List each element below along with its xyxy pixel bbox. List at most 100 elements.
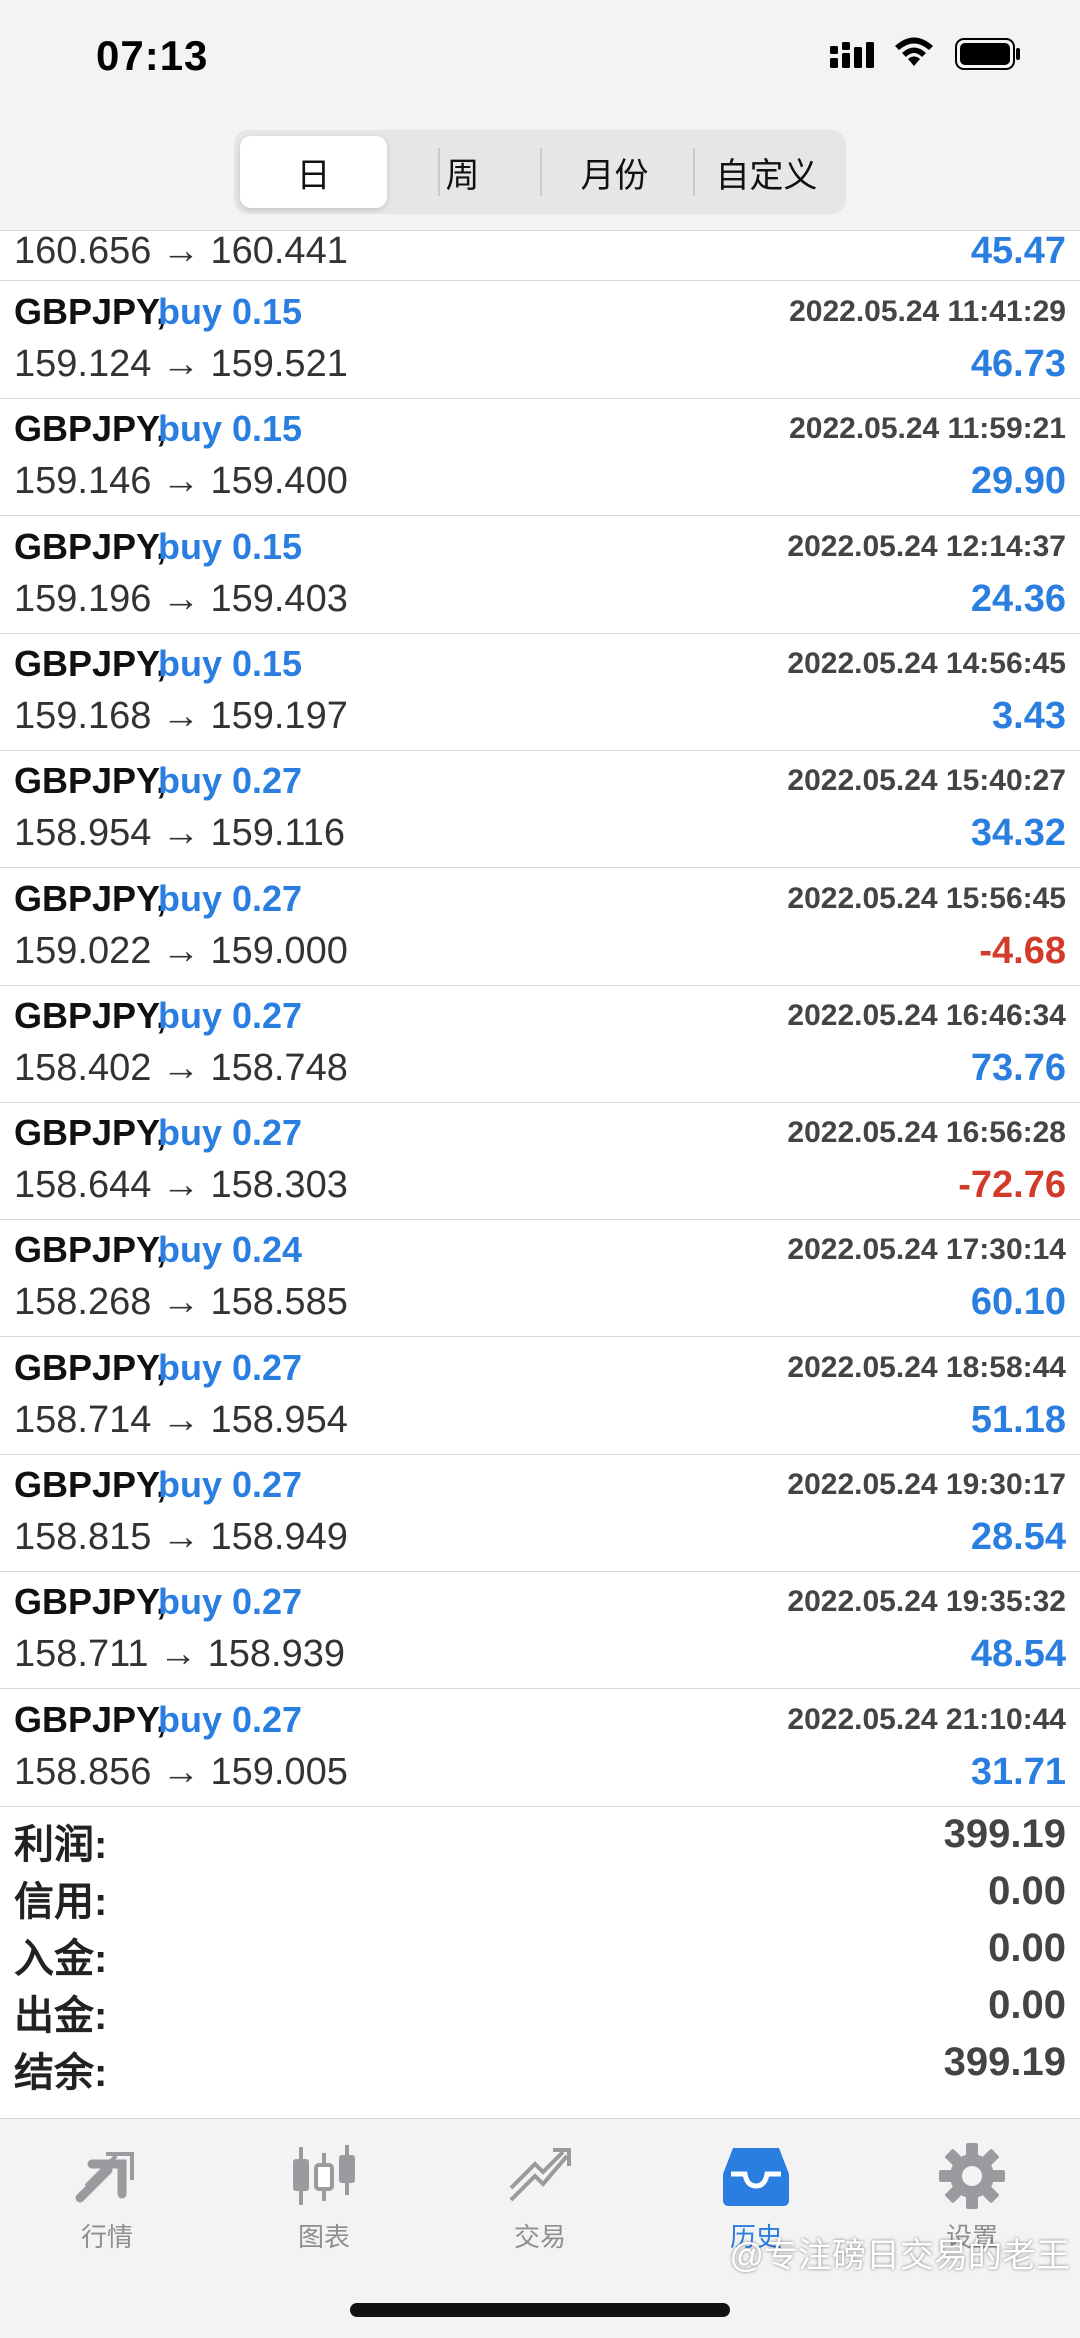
table-row[interactable]: GBPJPY, buy 0.27 2022.05.24 19:30:17 158.81… xyxy=(0,1454,1080,1572)
trade-profit: 73.76 xyxy=(970,1046,1066,1089)
trade-side-volume: buy 0.27 xyxy=(158,1112,303,1154)
table-row[interactable]: GBPJPY, buy 0.27 2022.05.24 19:35:32 158.71… xyxy=(0,1571,1080,1690)
segment-day[interactable]: 日 xyxy=(240,136,387,208)
trade-symbol: GBPJPY, xyxy=(14,1229,167,1271)
trade-symbol: GBPJPY, xyxy=(14,1581,167,1623)
trade-profit: 34.32 xyxy=(970,812,1066,855)
table-row[interactable]: GBPJPY, buy 0.27 2022.05.24 16:46:34 158.40… xyxy=(0,985,1080,1103)
trade-symbol: GBPJPY, xyxy=(14,408,167,450)
trade-side-volume: buy 0.15 xyxy=(158,291,303,332)
trade-prices: 158.644 → 158.303 xyxy=(14,1164,348,1207)
summary-deposit-row: 入金: 0.00 xyxy=(0,1926,1080,1984)
summary-value: 399.19 xyxy=(943,2040,1066,2084)
trade-datetime: 2022.05.24 15:40:27 xyxy=(787,764,1066,798)
tab-chart[interactable]: 图表 xyxy=(249,2141,399,2252)
trade-prices: 158.711 → 158.939 xyxy=(14,1633,346,1676)
table-row[interactable]: GBPJPY, buy 0.24 2022.05.24 17:30:14 158.26… xyxy=(0,1219,1080,1338)
trade-side-volume: buy 0.27 xyxy=(158,1698,303,1740)
trade-side-volume: buy 0.24 xyxy=(158,1229,303,1271)
trade-prices: 159.146 → 159.400 xyxy=(14,460,348,503)
trade-symbol: GBPJPY, xyxy=(14,525,167,567)
trade-prices: 158.954 → 159.116 xyxy=(14,812,346,855)
trade-datetime: 2022.05.24 19:30:17 xyxy=(787,1468,1066,1501)
tab-trade[interactable]: 交易 xyxy=(465,2141,615,2252)
trade-side-volume: buy 0.27 xyxy=(158,994,303,1036)
tab-quotes[interactable]: 行情 xyxy=(32,2141,182,2252)
trade-profit: 51.18 xyxy=(970,1398,1066,1441)
trade-side-volume: buy 0.27 xyxy=(158,877,303,919)
trade-profit: 24.36 xyxy=(970,577,1066,620)
tab-label: 图表 xyxy=(297,2222,350,2252)
list-item[interactable]: 160.656 → 160.441 45.47 xyxy=(0,230,1080,281)
status-bar: 07:13 xyxy=(0,0,1080,110)
trade-datetime: 2022.05.24 12:14:37 xyxy=(787,529,1066,563)
trade-symbol: GBPJPY, xyxy=(14,994,167,1036)
trade-symbol: GBPJPY, xyxy=(14,1346,167,1388)
summary-withdrawal-row: 出金: 0.00 xyxy=(0,1983,1080,2041)
quotes-icon xyxy=(32,2141,182,2211)
trade-datetime: 2022.05.24 16:56:28 xyxy=(787,1116,1066,1150)
history-header: 日 周 月份 自定义 xyxy=(0,110,1080,231)
status-time: 07:13 xyxy=(96,32,209,79)
cellular-signal-icon xyxy=(830,42,876,73)
segment-week[interactable]: 周 xyxy=(389,136,536,208)
trade-prices: 158.268 → 158.585 xyxy=(14,1281,348,1324)
battery-icon xyxy=(955,38,1021,75)
segment-custom[interactable]: 自定义 xyxy=(693,136,840,208)
table-row[interactable]: GBPJPY, buy 0.15 2022.05.24 12:14:37 159.19… xyxy=(0,516,1080,634)
trade-profit: -4.68 xyxy=(979,929,1066,972)
account-summary: 利润: 399.19 信用: 0.00 入金: 0.00 出金: 0.00 结余… xyxy=(0,1812,1080,2117)
trade-symbol: GBPJPY, xyxy=(14,1112,167,1154)
table-row[interactable]: GBPJPY, buy 0.15 2022.05.24 11:59:21 159.14… xyxy=(0,398,1080,517)
trade-side-volume: buy 0.27 xyxy=(158,1346,303,1388)
trade-side-volume: buy 0.27 xyxy=(158,760,303,802)
trade-prices: 159.022 → 159.000 xyxy=(14,929,348,972)
table-row[interactable]: GBPJPY, buy 0.15 2022.05.24 14:56:45 159.16… xyxy=(0,633,1080,751)
trade-datetime: 2022.05.24 16:46:34 xyxy=(787,998,1066,1032)
trade-symbol: GBPJPY, xyxy=(14,1698,167,1740)
table-row[interactable]: GBPJPY, buy 0.15 2022.05.24 11:41:29 159.12… xyxy=(0,281,1080,399)
trade-side-volume: buy 0.27 xyxy=(158,1464,303,1505)
watermark-text: @专注磅日交易的老王 xyxy=(729,2237,1070,2275)
summary-label: 入金: xyxy=(14,1937,108,1981)
trade-profit: 3.43 xyxy=(992,694,1066,737)
table-row[interactable]: GBPJPY, buy 0.27 2022.05.24 15:56:45 159.02… xyxy=(0,868,1080,986)
table-row[interactable]: GBPJPY, buy 0.27 2022.05.24 15:40:27 158.95… xyxy=(0,750,1080,869)
history-icon xyxy=(681,2141,831,2211)
period-segmented-control: 日 周 月份 自定义 xyxy=(234,130,846,214)
summary-label: 结余: xyxy=(14,2051,108,2095)
trade-datetime: 2022.05.24 19:35:32 xyxy=(787,1585,1066,1619)
trade-side-volume: buy 0.15 xyxy=(158,525,303,567)
trade-profit: 48.54 xyxy=(970,1633,1066,1676)
summary-value: 0.00 xyxy=(988,1869,1066,1913)
table-row[interactable]: GBPJPY, buy 0.27 2022.05.24 16:56:28 158.64… xyxy=(0,1102,1080,1221)
trade-datetime: 2022.05.24 18:58:44 xyxy=(787,1350,1066,1384)
trade-prices: 159.168 → 159.197 xyxy=(14,694,348,737)
trade-profit: 29.90 xyxy=(970,460,1066,503)
trade-side-volume: buy 0.15 xyxy=(158,408,303,450)
summary-value: 399.19 xyxy=(943,1812,1066,1856)
trade-prices: 159.124 → 159.521 xyxy=(14,343,348,385)
trade-datetime: 2022.05.24 11:41:29 xyxy=(789,295,1066,328)
summary-value: 0.00 xyxy=(988,1926,1066,1970)
trade-profit: 31.71 xyxy=(970,1750,1066,1793)
segment-month[interactable]: 月份 xyxy=(541,136,688,208)
trade-prices: 158.856 → 159.005 xyxy=(14,1750,348,1793)
trade-prices: 159.196 → 159.403 xyxy=(14,577,348,620)
summary-label: 出金: xyxy=(14,1994,108,2038)
trade-profit: 28.54 xyxy=(970,1516,1066,1558)
trade-prices: 158.815 → 158.949 xyxy=(14,1516,348,1558)
trade-side-volume: buy 0.15 xyxy=(158,642,303,684)
trade-datetime: 2022.05.24 14:56:45 xyxy=(787,646,1066,680)
table-row[interactable]: GBPJPY, buy 0.27 2022.05.24 18:58:44 158.71… xyxy=(0,1337,1080,1455)
trade-datetime: 2022.05.24 17:30:14 xyxy=(787,1233,1066,1267)
table-row[interactable]: GBPJPY, buy 0.27 2022.05.24 21:10:44 158.85… xyxy=(0,1689,1080,1807)
chart-icon xyxy=(249,2141,399,2211)
trade-symbol: GBPJPY, xyxy=(14,642,167,684)
trade-profit: 46.73 xyxy=(970,343,1066,385)
home-indicator[interactable] xyxy=(350,2303,730,2317)
summary-credit-row: 信用: 0.00 xyxy=(0,1869,1080,1927)
trade-prices: 160.656 → 160.441 xyxy=(14,230,348,272)
trade-prices: 158.402 → 158.748 xyxy=(14,1046,348,1089)
trade-symbol: GBPJPY, xyxy=(14,877,167,919)
